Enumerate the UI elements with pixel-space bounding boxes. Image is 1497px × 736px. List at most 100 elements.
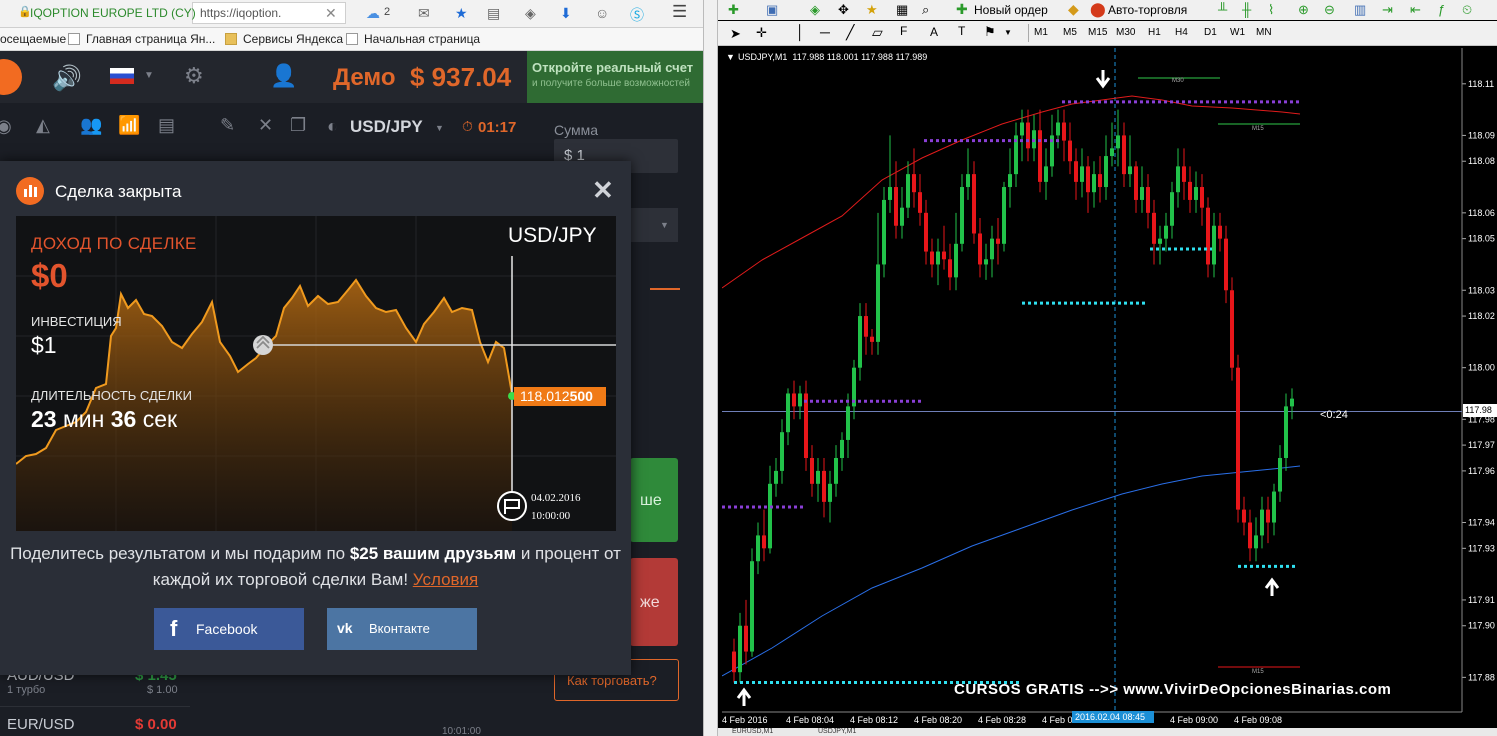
download-icon[interactable]: ⬇ — [560, 5, 572, 22]
timeframe-h1[interactable]: H1 — [1148, 27, 1161, 38]
bar-chart-icon[interactable]: ╨ — [1218, 2, 1227, 17]
bear-candle — [918, 192, 922, 213]
url-text[interactable]: https://iqoption. — [200, 6, 281, 20]
clock-icon[interactable]: ◉ — [0, 116, 12, 137]
profiles-icon[interactable]: ▣ — [766, 2, 778, 18]
price-axis-label: 117.88 — [1468, 672, 1495, 682]
timeframe-h4[interactable]: H4 — [1175, 27, 1188, 38]
autoscroll-icon[interactable]: ⇥ — [1382, 2, 1393, 18]
iqoption-logo[interactable] — [0, 59, 22, 95]
mt4-chart[interactable]: 118.11 118.09 118.08 118.06 118.05 118.03 118.… — [722, 48, 1497, 736]
timeframe-d1[interactable]: D1 — [1204, 27, 1217, 38]
bear-candle — [1200, 187, 1204, 208]
market-watch-icon[interactable]: ◈ — [810, 2, 820, 18]
cursor-icon[interactable]: ➤ — [730, 26, 741, 42]
lower-button[interactable]: же — [630, 558, 678, 646]
toolbar-separator — [1028, 24, 1029, 42]
tester-icon[interactable]: ⌕ — [922, 2, 929, 18]
terminal-icon[interactable]: ▦ — [896, 2, 908, 18]
timeframe-w1[interactable]: W1 — [1230, 27, 1245, 38]
news-icon[interactable]: ▤ — [158, 115, 175, 136]
bookmark-item[interactable]: Сервисы Яндекса — [225, 32, 343, 46]
timeframe-m5[interactable]: M5 — [1063, 27, 1077, 38]
language-flag-icon[interactable] — [110, 68, 134, 84]
timeframe-mn[interactable]: MN — [1256, 27, 1272, 38]
timeframe-m1[interactable]: M1 — [1034, 27, 1048, 38]
label-icon[interactable]: T — [958, 24, 965, 38]
bookmark-item[interactable]: Главная страница Ян... — [68, 32, 215, 46]
expiry-select[interactable]: ▼ — [630, 208, 678, 242]
chat-icon[interactable]: ☺ — [595, 5, 609, 21]
sound-icon[interactable]: 🔊 — [52, 64, 82, 93]
lower-label: же — [640, 594, 660, 611]
bull-candle — [774, 470, 778, 484]
zoom-out-icon[interactable]: ⊖ — [1324, 2, 1335, 18]
crosshair-icon[interactable]: ✛ — [756, 25, 767, 41]
new-chart-icon[interactable]: ✚ — [728, 2, 739, 18]
close-icon[interactable]: ✕ — [592, 177, 614, 203]
auto-trading-button[interactable]: Авто-торговля — [1108, 3, 1187, 17]
terms-link[interactable]: Условия — [413, 570, 478, 589]
window-icon[interactable]: ❐ — [290, 115, 306, 136]
horizontal-line-icon[interactable]: ─ — [820, 24, 830, 40]
site-identity[interactable]: IQOPTION EUROPE LTD (CY) — [30, 6, 196, 20]
platform-header: 🔊 ▼ ⚙ 👤 Демо $ 937.04 Откройте реальный … — [0, 51, 703, 103]
trendline-icon[interactable]: ╱ — [846, 24, 854, 41]
line-chart-icon[interactable]: ⌇ — [1268, 2, 1274, 18]
area-chart-icon[interactable]: ◭ — [36, 115, 50, 136]
chart-tab[interactable]: USDJPY,M1 — [818, 728, 856, 735]
timeframe-m30[interactable]: M30 — [1116, 27, 1135, 38]
zoom-in-icon[interactable]: ⊕ — [1298, 2, 1309, 18]
time-axis-label: 4 Feb 09:08 — [1234, 715, 1282, 725]
signal-icon[interactable]: 📶 — [118, 115, 140, 136]
clipboard-icon[interactable]: ▤ — [487, 5, 500, 22]
mail-icon[interactable]: ✉ — [418, 5, 430, 22]
skype-icon[interactable]: Ⓢ — [630, 5, 644, 25]
asset-row-eurusd[interactable]: EUR/USD $ 0.00 — [0, 714, 190, 736]
facebook-share-button[interactable]: f Facebook — [154, 608, 304, 650]
bookmark-item[interactable]: осещаемые — [0, 32, 66, 46]
fibonacci-icon[interactable]: F — [900, 24, 907, 38]
bookmark-item[interactable]: Начальная страница — [346, 32, 480, 46]
tile-icon[interactable]: ▥ — [1354, 2, 1366, 18]
star-icon[interactable]: ★ — [455, 5, 468, 22]
channel-icon[interactable]: ▱ — [872, 24, 883, 41]
close-icon[interactable]: ✕ — [325, 5, 337, 22]
menu-icon[interactable]: ☰ — [672, 2, 687, 22]
close-icon[interactable]: ✕ — [258, 115, 273, 136]
chart-tab[interactable]: EURUSD,M1 — [732, 728, 773, 735]
account-mode[interactable]: Демо — [333, 64, 396, 92]
new-order-button[interactable]: Новый ордер — [974, 3, 1048, 17]
text-icon[interactable]: A — [930, 25, 938, 39]
indicators-icon[interactable]: ƒ — [1438, 2, 1445, 17]
vertical-line-icon[interactable]: │ — [796, 24, 805, 40]
cloud-icon[interactable]: ☁ — [366, 5, 380, 22]
users-icon[interactable]: 👥 — [80, 115, 102, 136]
open-real-account-button[interactable]: Откройте реальный счет и получите больше… — [527, 51, 703, 103]
navigator-icon[interactable]: ✥ — [838, 2, 849, 18]
time-axis-label: 4 Feb 08:12 — [850, 715, 898, 725]
timeframe-m15[interactable]: M15 — [1088, 27, 1107, 38]
candle-chart-icon[interactable]: ╫ — [1242, 2, 1251, 17]
gear-icon[interactable]: ⚙ — [184, 63, 204, 89]
pencil-icon[interactable]: ✎ — [220, 115, 235, 136]
higher-button[interactable]: ше — [630, 458, 678, 542]
chevron-down-icon[interactable]: ▼ — [1004, 28, 1012, 37]
bar-countdown: <0:24 — [1320, 409, 1348, 421]
profit-value: $0 — [31, 257, 68, 294]
bear-candle — [1248, 522, 1252, 549]
chevron-down-icon[interactable]: ▼ — [435, 123, 444, 133]
price-bold: 500 — [569, 388, 593, 404]
m15-label: M15 — [1252, 126, 1264, 132]
asset-selector[interactable]: USD/JPY — [350, 117, 423, 137]
bull-candle — [990, 238, 994, 260]
favorites-icon[interactable]: ★ — [866, 2, 878, 18]
period-icon[interactable]: ⏲ — [1462, 2, 1472, 18]
metaeditor-icon[interactable]: ◆ — [1068, 1, 1079, 18]
chart-shift-icon[interactable]: ⇤ — [1410, 2, 1421, 18]
vk-share-button[interactable]: vk Вконтакте — [327, 608, 477, 650]
arrow-tool-icon[interactable]: ⚑ — [984, 24, 996, 40]
chevron-down-icon[interactable]: ▼ — [144, 70, 154, 81]
user-icon[interactable]: 👤 — [270, 63, 297, 89]
pocket-icon[interactable]: ◈ — [525, 5, 536, 22]
